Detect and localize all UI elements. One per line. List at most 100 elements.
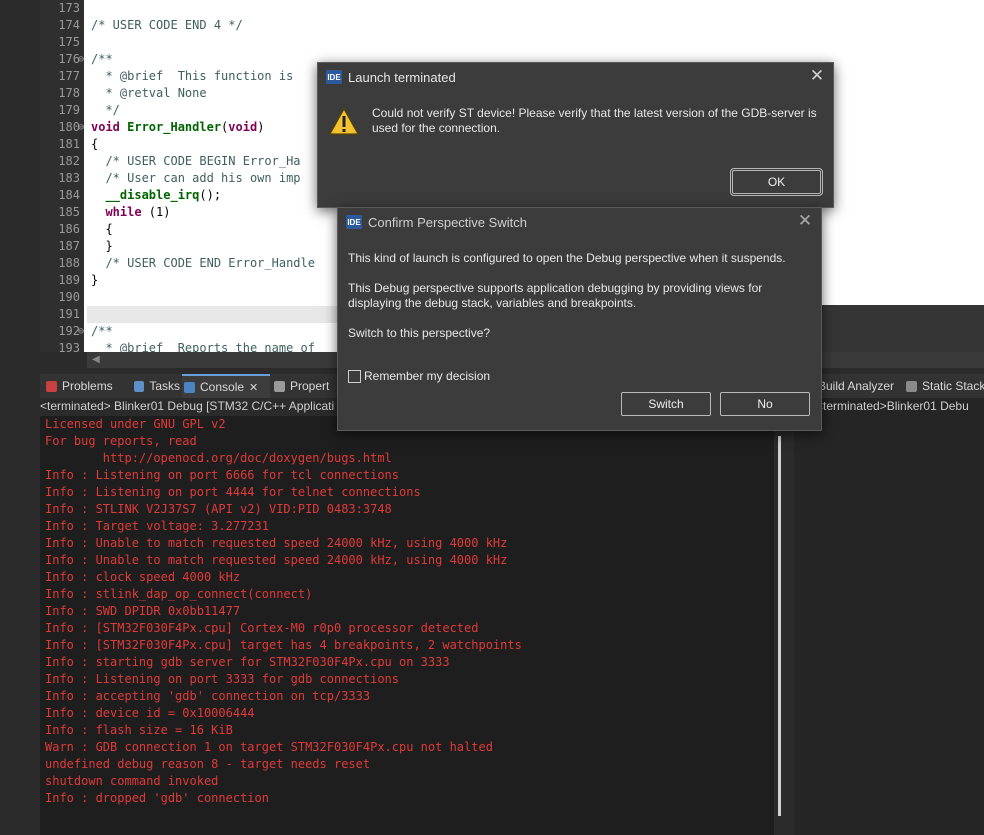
- line-number: 179: [58, 103, 80, 117]
- warning-icon: [329, 107, 359, 135]
- code-line: /* USER CODE BEGIN Error_Ha: [91, 154, 301, 168]
- code-line: {: [91, 137, 99, 151]
- code-line: * @brief Reports the name of: [91, 341, 315, 352]
- code-line: * @brief This function is: [91, 69, 294, 83]
- console-line: Info : Listening on port 4444 for telnet…: [45, 485, 421, 499]
- console-line: Info : STLINK V2J37S7 (API v2) VID:PID 0…: [45, 502, 392, 516]
- tab-console[interactable]: Console ✕: [182, 374, 270, 398]
- ok-button[interactable]: OK: [730, 168, 823, 196]
- code-line: /* User can add his own imp: [91, 171, 301, 185]
- code-line: /* USER CODE END 4 */: [91, 18, 243, 32]
- tab-problems[interactable]: Problems: [44, 374, 128, 398]
- line-number: 190: [58, 290, 80, 304]
- confirm-perspective-dialog: IDE Confirm Perspective Switch ✕ This ki…: [337, 207, 822, 431]
- tab-label: Tasks: [149, 379, 180, 393]
- code-line: __disable_irq();: [91, 188, 222, 202]
- tab-label: Build Analyzer: [818, 379, 895, 393]
- line-number: 182: [58, 154, 80, 168]
- switch-button[interactable]: Switch: [621, 392, 711, 416]
- line-number: 184: [58, 188, 80, 202]
- tasks-icon: [134, 380, 145, 392]
- console-line: Info : Listening on port 3333 for gdb co…: [45, 672, 400, 686]
- line-number: 173: [58, 1, 80, 15]
- console-line: Warn : GDB connection 1 on target STM32F…: [45, 740, 493, 754]
- line-number: 181: [58, 137, 80, 151]
- ide-logo-icon: IDE: [326, 70, 342, 84]
- editor-overlap-region: [820, 305, 984, 352]
- tab-close-icon[interactable]: ✕: [249, 381, 258, 394]
- dialog-message-2: This Debug perspective supports applicat…: [348, 281, 763, 310]
- line-number: 192: [58, 324, 80, 338]
- console-line: Info : clock speed 4000 kHz: [45, 570, 241, 584]
- dialog-question: Switch to this perspective?: [348, 326, 491, 340]
- code-line: void Error_Handler(void): [91, 120, 265, 134]
- remember-decision-label[interactable]: Remember my decision: [364, 369, 564, 384]
- console-output[interactable]: Licensed under GNU GPL v2 For bug reports…: [40, 416, 774, 835]
- console-line: Info : Target voltage: 3.277231: [45, 519, 269, 533]
- close-icon[interactable]: ✕: [797, 212, 813, 229]
- tab-label: Console: [200, 380, 245, 394]
- code-line: while (1): [91, 205, 171, 219]
- tab-tasks[interactable]: Tasks: [132, 374, 180, 398]
- line-number: 185: [58, 205, 80, 219]
- problems-icon: [46, 380, 57, 392]
- tab-build-analyzer[interactable]: Build Analyzer: [818, 374, 894, 398]
- no-button[interactable]: No: [720, 392, 810, 416]
- tab-static-stack[interactable]: Static Stack: [906, 374, 984, 398]
- ide-logo-icon: IDE: [346, 215, 362, 229]
- console-line: Info : Unable to match requested speed 2…: [45, 536, 508, 550]
- line-number: 193: [58, 341, 80, 355]
- code-line: {: [91, 222, 113, 236]
- dialog-title: Confirm Perspective Switch: [368, 214, 527, 230]
- right-view-panel: [794, 374, 984, 835]
- remember-decision-checkbox[interactable]: [348, 370, 361, 383]
- console-scroll-thumb[interactable]: [778, 436, 781, 816]
- console-line: Info : device id = 0x10006444: [45, 706, 255, 720]
- code-line: /**: [91, 52, 113, 66]
- console-line: Licensed under GNU GPL v2: [45, 417, 226, 431]
- line-number: 178: [58, 86, 80, 100]
- console-line: Info : flash size = 16 KiB: [45, 723, 233, 737]
- line-number: 174: [58, 18, 80, 32]
- properties-icon: [274, 380, 285, 392]
- console-line: For bug reports, read: [45, 434, 197, 448]
- line-number: 189: [58, 273, 80, 287]
- line-number: 180: [58, 120, 80, 134]
- console-line: http://openocd.org/doc/doxygen/bugs.html: [45, 451, 392, 465]
- console-line: Info : Listening on port 6666 for tcl co…: [45, 468, 400, 482]
- console-icon: [184, 381, 195, 393]
- dialog-message: Could not verify ST device! Please verif…: [372, 106, 817, 135]
- tab-label: Propert: [290, 379, 330, 393]
- close-icon[interactable]: ✕: [809, 67, 825, 84]
- code-line: * @retval None: [91, 86, 207, 100]
- static-stack-icon: [906, 380, 917, 392]
- console-line: shutdown command invoked: [45, 774, 219, 788]
- code-line: }: [91, 239, 113, 253]
- dialog-title: Launch terminated: [348, 69, 456, 85]
- code-line: /* USER CODE END Error_Handle: [91, 256, 315, 270]
- console-line: Info : dropped 'gdb' connection: [45, 791, 269, 805]
- left-gutter: [0, 0, 40, 835]
- code-line: /**: [91, 324, 113, 338]
- line-number: 176: [58, 52, 80, 66]
- right-view-tabbar: Build Analyzer Static Stack: [794, 374, 984, 398]
- console-line: Info : starting gdb server for STM32F030…: [45, 655, 450, 669]
- tab-label: Problems: [62, 379, 113, 393]
- launch-terminated-dialog: IDE Launch terminated ✕ Could not verify…: [317, 62, 834, 208]
- code-line: */: [91, 103, 120, 117]
- console-line: Info : [STM32F030F4Px.cpu] target has 4 …: [45, 638, 522, 652]
- console-line: Info : accepting 'gdb' connection on tcp…: [45, 689, 371, 703]
- console-line: undefined debug reason 8 - target needs …: [45, 757, 371, 771]
- line-number-ruler: 173 174 175 176 ⊖ 177 178 179 180 ⊖ 181 182 183 184 18…: [40, 0, 84, 355]
- line-number: 191: [58, 307, 80, 321]
- dialog-titlebar: IDE Launch terminated: [318, 63, 833, 91]
- tab-label: Static Stack: [922, 379, 984, 393]
- console-line: Info : SWD DPIDR 0x0bb11477: [45, 604, 241, 618]
- code-line: }: [91, 273, 99, 287]
- scroll-left-icon[interactable]: ◀: [92, 354, 100, 365]
- right-launch-path: <terminated>Blinker01 Debu: [816, 399, 969, 413]
- tab-propert[interactable]: Propert: [272, 374, 334, 398]
- line-number: 188: [58, 256, 80, 270]
- line-number: 183: [58, 171, 80, 185]
- console-line: Info : Unable to match requested speed 2…: [45, 553, 508, 567]
